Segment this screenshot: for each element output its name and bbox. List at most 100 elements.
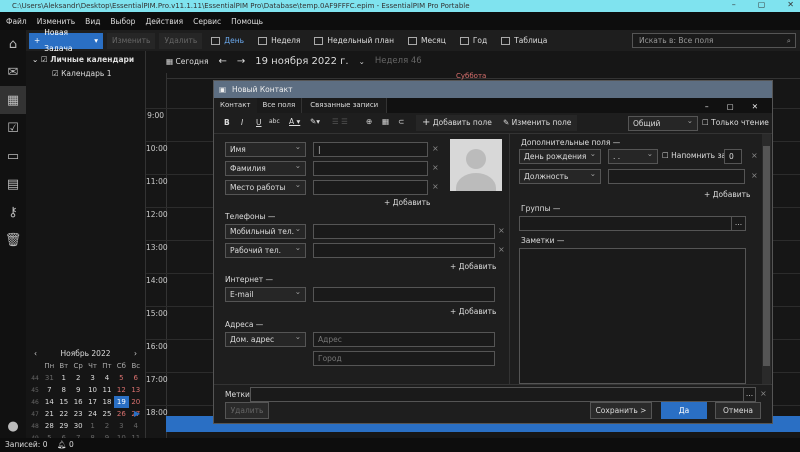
- calendar-link-icon[interactable]: ▦: [382, 117, 389, 126]
- ok-button[interactable]: Да: [661, 402, 707, 419]
- day-cell[interactable]: 7: [42, 384, 57, 396]
- cancel-button[interactable]: Отмена: [715, 402, 761, 419]
- remind-days-input[interactable]: 0: [724, 149, 742, 164]
- clear-icon[interactable]: ×: [432, 182, 439, 191]
- italic-button[interactable]: I: [241, 118, 243, 127]
- day-cell[interactable]: 5: [114, 372, 128, 384]
- photo-placeholder[interactable]: [450, 139, 502, 191]
- menu-actions[interactable]: Действия: [145, 17, 183, 26]
- calendar-icon[interactable]: ▦: [0, 86, 26, 114]
- category-select[interactable]: Общий: [628, 114, 698, 131]
- birthday-date-input[interactable]: . .: [608, 147, 658, 164]
- day-cell[interactable]: 19: [114, 396, 129, 408]
- email-type-select[interactable]: E-mail: [225, 285, 306, 302]
- tab-related[interactable]: Связанные записи: [302, 98, 388, 113]
- view-month[interactable]: Месяц: [403, 33, 451, 49]
- birthday-type-select[interactable]: День рождения: [519, 147, 601, 164]
- lastname-field-type[interactable]: Фамилия: [225, 159, 306, 176]
- readonly-checkbox[interactable]: ☐ Только чтение: [702, 118, 769, 127]
- highlight-button[interactable]: ✎▾: [310, 117, 320, 126]
- day-cell[interactable]: 24: [85, 408, 99, 420]
- day-cell[interactable]: 2: [71, 372, 85, 384]
- view-table[interactable]: Таблица: [496, 33, 552, 49]
- add-name-field-button[interactable]: + Добавить: [384, 198, 430, 207]
- day-cell[interactable]: 10: [85, 384, 99, 396]
- day-cell[interactable]: 17: [85, 396, 99, 408]
- menu-service[interactable]: Сервис: [193, 17, 221, 26]
- company-input[interactable]: [313, 180, 428, 195]
- bold-button[interactable]: B: [224, 118, 230, 127]
- day-cell[interactable]: 15: [57, 396, 71, 408]
- clear-icon[interactable]: ×: [751, 151, 758, 160]
- font-color-button[interactable]: A ▾: [289, 117, 300, 126]
- day-cell[interactable]: 20: [129, 396, 143, 408]
- delete-button[interactable]: Удалить: [159, 32, 203, 49]
- add-phone-button[interactable]: + Добавить: [450, 262, 496, 271]
- name-field-type[interactable]: Имя: [225, 140, 306, 157]
- day-cell[interactable]: 22: [57, 408, 71, 420]
- prev-arrow[interactable]: ←: [218, 56, 226, 67]
- trash-icon[interactable]: 🗑: [0, 226, 26, 254]
- passwords-icon[interactable]: ⚷: [0, 198, 26, 226]
- day-cell[interactable]: 2: [100, 420, 114, 432]
- day-cell[interactable]: 8: [57, 384, 71, 396]
- notes-textarea[interactable]: [519, 248, 746, 384]
- email-input[interactable]: [313, 287, 495, 302]
- notes-icon[interactable]: ▭: [0, 142, 26, 170]
- user-icon[interactable]: ●: [0, 412, 26, 440]
- strikethrough-button[interactable]: abc: [269, 118, 280, 125]
- close-icon[interactable]: ✕: [787, 0, 794, 9]
- day-cell[interactable]: 1: [85, 420, 99, 432]
- underline-button[interactable]: U: [256, 118, 262, 127]
- day-cell[interactable]: 6: [129, 372, 143, 384]
- day-cell[interactable]: 11: [100, 384, 114, 396]
- company-field-type[interactable]: Место работы: [225, 178, 306, 195]
- tasks-icon[interactable]: ☑: [0, 114, 26, 142]
- calendar-item[interactable]: ☑ Календарь 1: [52, 69, 111, 78]
- day-cell[interactable]: 3: [114, 420, 128, 432]
- today-button[interactable]: ▦ Сегодня: [166, 57, 208, 66]
- day-cell[interactable]: 9: [71, 384, 85, 396]
- position-type-select[interactable]: Должность: [519, 167, 601, 184]
- city-input[interactable]: Город: [313, 351, 495, 366]
- maximize-icon[interactable]: ▢: [758, 0, 766, 9]
- view-day[interactable]: День: [206, 33, 249, 49]
- day-cell[interactable]: 14: [42, 396, 57, 408]
- day-cell[interactable]: 3: [85, 372, 99, 384]
- day-cell[interactable]: 25: [100, 408, 114, 420]
- add-internet-button[interactable]: + Добавить: [450, 307, 496, 316]
- view-year[interactable]: Год: [455, 33, 492, 49]
- work-phone-input[interactable]: [313, 243, 495, 258]
- current-date[interactable]: 19 ноября 2022 г.: [255, 56, 348, 67]
- clear-icon[interactable]: ×: [432, 163, 439, 172]
- add-extra-field-button[interactable]: + Добавить: [704, 190, 750, 199]
- address-type-select[interactable]: Дом. адрес: [225, 330, 306, 347]
- last-name-input[interactable]: [313, 161, 428, 176]
- minimize-icon[interactable]: –: [732, 0, 736, 9]
- home-icon[interactable]: ⌂: [0, 30, 26, 58]
- day-cell[interactable]: 30: [71, 420, 85, 432]
- first-name-input[interactable]: |: [313, 142, 428, 157]
- day-cell[interactable]: 4: [100, 372, 114, 384]
- day-cell[interactable]: 26: [114, 408, 128, 420]
- new-task-button[interactable]: + Новая Задача ▾: [29, 28, 103, 53]
- day-cell[interactable]: 13: [129, 384, 143, 396]
- save-button[interactable]: Сохранить >: [590, 402, 652, 419]
- tags-input[interactable]: ...: [250, 387, 756, 402]
- view-week[interactable]: Неделя: [253, 33, 305, 49]
- day-cell[interactable]: 18: [100, 396, 114, 408]
- groups-input[interactable]: ...: [519, 216, 746, 231]
- mail-icon[interactable]: ✉: [0, 58, 26, 86]
- position-input[interactable]: [608, 169, 745, 184]
- delete-button[interactable]: Удалить: [225, 402, 269, 419]
- contacts-icon[interactable]: ▤: [0, 170, 26, 198]
- tab-contact[interactable]: Контакт: [214, 98, 257, 113]
- day-cell[interactable]: 16: [71, 396, 85, 408]
- clear-icon[interactable]: ×: [498, 245, 505, 254]
- next-arrow[interactable]: →: [237, 56, 245, 67]
- date-chevron-icon[interactable]: ⌄: [359, 57, 365, 66]
- link-icon[interactable]: ⊕: [366, 117, 372, 126]
- day-cell[interactable]: 1: [57, 372, 71, 384]
- day-cell[interactable]: 23: [71, 408, 85, 420]
- menu-select[interactable]: Выбор: [110, 17, 135, 26]
